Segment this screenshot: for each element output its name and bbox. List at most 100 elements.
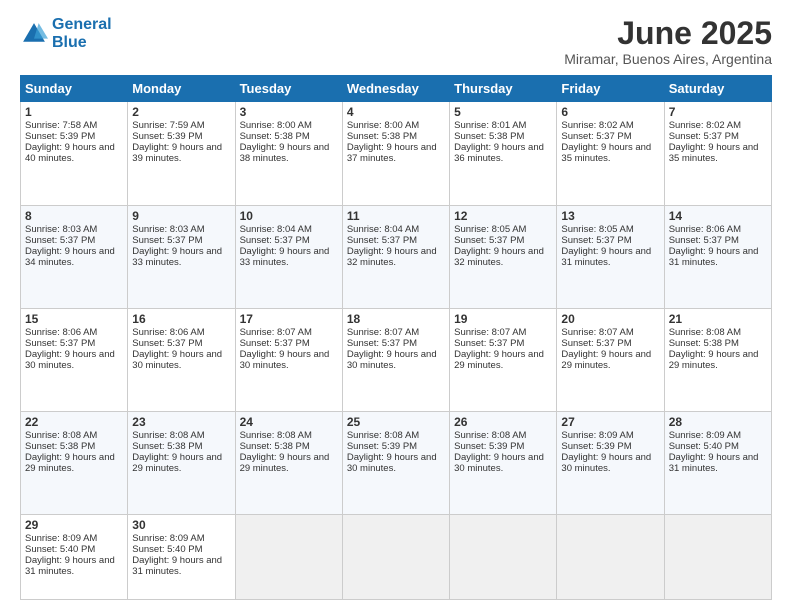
table-row: 4Sunrise: 8:00 AMSunset: 5:38 PMDaylight… bbox=[342, 102, 449, 205]
table-row bbox=[450, 515, 557, 600]
day-number: 29 bbox=[25, 518, 123, 532]
daylight: Daylight: 9 hours and 31 minutes. bbox=[132, 555, 222, 577]
sunrise: Sunrise: 8:02 AM bbox=[669, 120, 741, 131]
table-row: 5Sunrise: 8:01 AMSunset: 5:38 PMDaylight… bbox=[450, 102, 557, 205]
sunrise: Sunrise: 8:08 AM bbox=[669, 327, 741, 338]
sunrise: Sunrise: 8:04 AM bbox=[240, 224, 312, 235]
logo-icon bbox=[20, 20, 48, 48]
sunrise: Sunrise: 8:07 AM bbox=[347, 327, 419, 338]
sunrise: Sunrise: 8:08 AM bbox=[25, 430, 97, 441]
daylight: Daylight: 9 hours and 29 minutes. bbox=[132, 452, 222, 474]
day-number: 15 bbox=[25, 312, 123, 326]
sunset: Sunset: 5:37 PM bbox=[132, 338, 202, 349]
table-row bbox=[557, 515, 664, 600]
sunrise: Sunrise: 8:01 AM bbox=[454, 120, 526, 131]
table-row: 23Sunrise: 8:08 AMSunset: 5:38 PMDayligh… bbox=[128, 412, 235, 515]
sunrise: Sunrise: 8:03 AM bbox=[25, 224, 97, 235]
daylight: Daylight: 9 hours and 32 minutes. bbox=[454, 246, 544, 268]
sunset: Sunset: 5:37 PM bbox=[561, 338, 631, 349]
daylight: Daylight: 9 hours and 29 minutes. bbox=[561, 349, 651, 371]
day-number: 21 bbox=[669, 312, 767, 326]
daylight: Daylight: 9 hours and 29 minutes. bbox=[454, 349, 544, 371]
sunset: Sunset: 5:37 PM bbox=[240, 338, 310, 349]
table-row: 16Sunrise: 8:06 AMSunset: 5:37 PMDayligh… bbox=[128, 308, 235, 411]
table-row: 19Sunrise: 8:07 AMSunset: 5:37 PMDayligh… bbox=[450, 308, 557, 411]
sunrise: Sunrise: 8:07 AM bbox=[240, 327, 312, 338]
day-number: 13 bbox=[561, 209, 659, 223]
table-row: 29Sunrise: 8:09 AMSunset: 5:40 PMDayligh… bbox=[21, 515, 128, 600]
logo: General Blue bbox=[20, 16, 112, 51]
col-monday: Monday bbox=[128, 76, 235, 102]
table-row: 25Sunrise: 8:08 AMSunset: 5:39 PMDayligh… bbox=[342, 412, 449, 515]
table-row: 27Sunrise: 8:09 AMSunset: 5:39 PMDayligh… bbox=[557, 412, 664, 515]
sunset: Sunset: 5:38 PM bbox=[25, 441, 95, 452]
day-number: 12 bbox=[454, 209, 552, 223]
sunset: Sunset: 5:39 PM bbox=[132, 131, 202, 142]
table-row: 14Sunrise: 8:06 AMSunset: 5:37 PMDayligh… bbox=[664, 205, 771, 308]
title-block: June 2025 Miramar, Buenos Aires, Argenti… bbox=[564, 16, 772, 67]
sunset: Sunset: 5:39 PM bbox=[25, 131, 95, 142]
table-row: 13Sunrise: 8:05 AMSunset: 5:37 PMDayligh… bbox=[557, 205, 664, 308]
daylight: Daylight: 9 hours and 35 minutes. bbox=[669, 142, 759, 164]
col-thursday: Thursday bbox=[450, 76, 557, 102]
col-sunday: Sunday bbox=[21, 76, 128, 102]
daylight: Daylight: 9 hours and 38 minutes. bbox=[240, 142, 330, 164]
sunrise: Sunrise: 8:08 AM bbox=[132, 430, 204, 441]
logo-line2: Blue bbox=[52, 34, 87, 51]
col-wednesday: Wednesday bbox=[342, 76, 449, 102]
day-number: 11 bbox=[347, 209, 445, 223]
day-number: 17 bbox=[240, 312, 338, 326]
day-number: 9 bbox=[132, 209, 230, 223]
table-row: 18Sunrise: 8:07 AMSunset: 5:37 PMDayligh… bbox=[342, 308, 449, 411]
sunrise: Sunrise: 8:08 AM bbox=[454, 430, 526, 441]
day-number: 7 bbox=[669, 105, 767, 119]
daylight: Daylight: 9 hours and 30 minutes. bbox=[240, 349, 330, 371]
day-number: 26 bbox=[454, 415, 552, 429]
table-row: 2Sunrise: 7:59 AMSunset: 5:39 PMDaylight… bbox=[128, 102, 235, 205]
daylight: Daylight: 9 hours and 29 minutes. bbox=[669, 349, 759, 371]
table-row: 15Sunrise: 8:06 AMSunset: 5:37 PMDayligh… bbox=[21, 308, 128, 411]
table-row: 28Sunrise: 8:09 AMSunset: 5:40 PMDayligh… bbox=[664, 412, 771, 515]
sunrise: Sunrise: 8:09 AM bbox=[561, 430, 633, 441]
table-row: 30Sunrise: 8:09 AMSunset: 5:40 PMDayligh… bbox=[128, 515, 235, 600]
daylight: Daylight: 9 hours and 34 minutes. bbox=[25, 246, 115, 268]
sunrise: Sunrise: 7:59 AM bbox=[132, 120, 204, 131]
table-row: 3Sunrise: 8:00 AMSunset: 5:38 PMDaylight… bbox=[235, 102, 342, 205]
sunset: Sunset: 5:37 PM bbox=[25, 338, 95, 349]
daylight: Daylight: 9 hours and 31 minutes. bbox=[561, 246, 651, 268]
day-number: 28 bbox=[669, 415, 767, 429]
day-number: 16 bbox=[132, 312, 230, 326]
calendar-table: Sunday Monday Tuesday Wednesday Thursday… bbox=[20, 75, 772, 600]
day-number: 30 bbox=[132, 518, 230, 532]
sunset: Sunset: 5:39 PM bbox=[347, 441, 417, 452]
sunrise: Sunrise: 8:09 AM bbox=[669, 430, 741, 441]
sunrise: Sunrise: 8:05 AM bbox=[454, 224, 526, 235]
day-number: 24 bbox=[240, 415, 338, 429]
day-number: 1 bbox=[25, 105, 123, 119]
table-row bbox=[235, 515, 342, 600]
table-row: 26Sunrise: 8:08 AMSunset: 5:39 PMDayligh… bbox=[450, 412, 557, 515]
sunrise: Sunrise: 8:05 AM bbox=[561, 224, 633, 235]
sunset: Sunset: 5:37 PM bbox=[25, 235, 95, 246]
sunset: Sunset: 5:37 PM bbox=[347, 338, 417, 349]
day-number: 14 bbox=[669, 209, 767, 223]
sunset: Sunset: 5:39 PM bbox=[561, 441, 631, 452]
header: General Blue June 2025 Miramar, Buenos A… bbox=[20, 16, 772, 67]
daylight: Daylight: 9 hours and 32 minutes. bbox=[347, 246, 437, 268]
sunrise: Sunrise: 7:58 AM bbox=[25, 120, 97, 131]
daylight: Daylight: 9 hours and 30 minutes. bbox=[347, 349, 437, 371]
table-row: 12Sunrise: 8:05 AMSunset: 5:37 PMDayligh… bbox=[450, 205, 557, 308]
sunrise: Sunrise: 8:00 AM bbox=[347, 120, 419, 131]
sunset: Sunset: 5:39 PM bbox=[454, 441, 524, 452]
sunset: Sunset: 5:38 PM bbox=[454, 131, 524, 142]
day-number: 10 bbox=[240, 209, 338, 223]
sunset: Sunset: 5:38 PM bbox=[669, 338, 739, 349]
sunrise: Sunrise: 8:03 AM bbox=[132, 224, 204, 235]
day-number: 8 bbox=[25, 209, 123, 223]
daylight: Daylight: 9 hours and 31 minutes. bbox=[25, 555, 115, 577]
day-number: 6 bbox=[561, 105, 659, 119]
table-row: 24Sunrise: 8:08 AMSunset: 5:38 PMDayligh… bbox=[235, 412, 342, 515]
day-number: 4 bbox=[347, 105, 445, 119]
table-row: 20Sunrise: 8:07 AMSunset: 5:37 PMDayligh… bbox=[557, 308, 664, 411]
sunrise: Sunrise: 8:08 AM bbox=[347, 430, 419, 441]
